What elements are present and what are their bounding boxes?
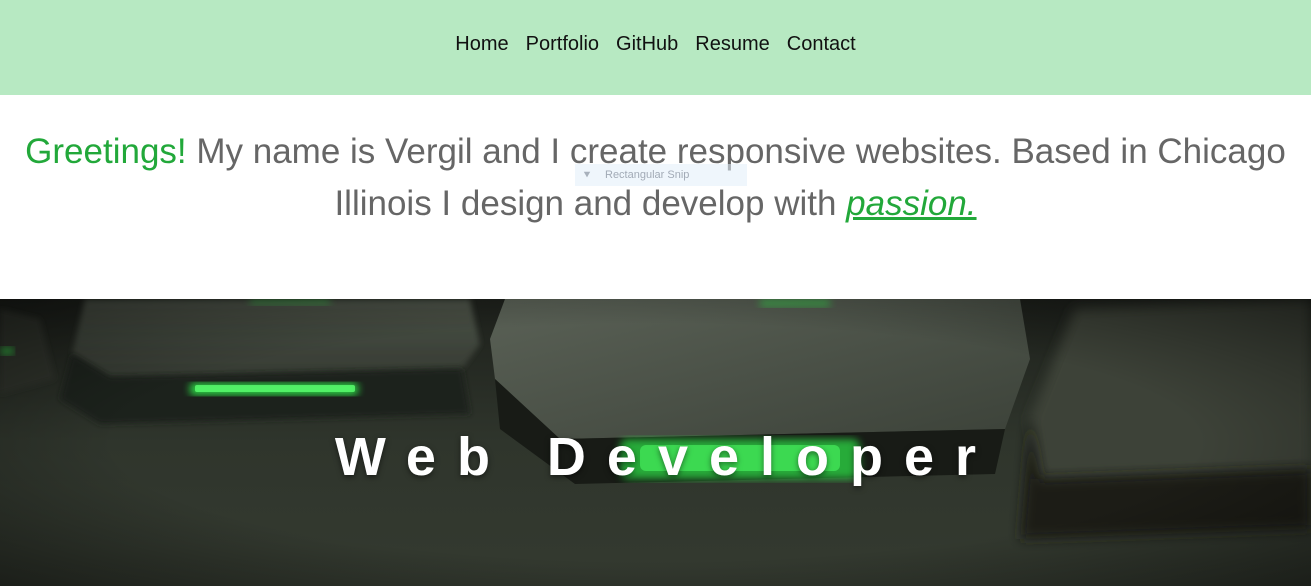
nav-menu: Home Portfolio GitHub Resume Contact	[455, 33, 855, 56]
hero-title: Web Developer	[334, 427, 998, 487]
nav-link-portfolio[interactable]: Portfolio	[526, 33, 599, 55]
nav-item-github: GitHub	[616, 33, 678, 56]
scissors-icon	[583, 171, 591, 178]
nav-item-resume: Resume	[695, 33, 769, 56]
nav-item-portfolio: Portfolio	[526, 33, 599, 56]
nav-link-resume[interactable]: Resume	[695, 33, 769, 55]
nav-link-contact[interactable]: Contact	[787, 33, 856, 55]
intro-section: Greetings! My name is Vergil and I creat…	[0, 95, 1311, 299]
greeting-text: Greetings!	[25, 132, 187, 171]
hero-banner: Web Developer	[0, 299, 1311, 586]
snip-tool-overlay: Rectangular Snip	[575, 164, 747, 186]
nav-link-github[interactable]: GitHub	[616, 33, 678, 55]
nav-item-contact: Contact	[787, 33, 856, 56]
top-navbar: Home Portfolio GitHub Resume Contact	[0, 0, 1311, 95]
nav-link-home[interactable]: Home	[455, 33, 508, 55]
passion-link[interactable]: passion.	[846, 184, 976, 223]
snip-tool-label: Rectangular Snip	[605, 169, 690, 181]
nav-item-home: Home	[455, 33, 508, 56]
